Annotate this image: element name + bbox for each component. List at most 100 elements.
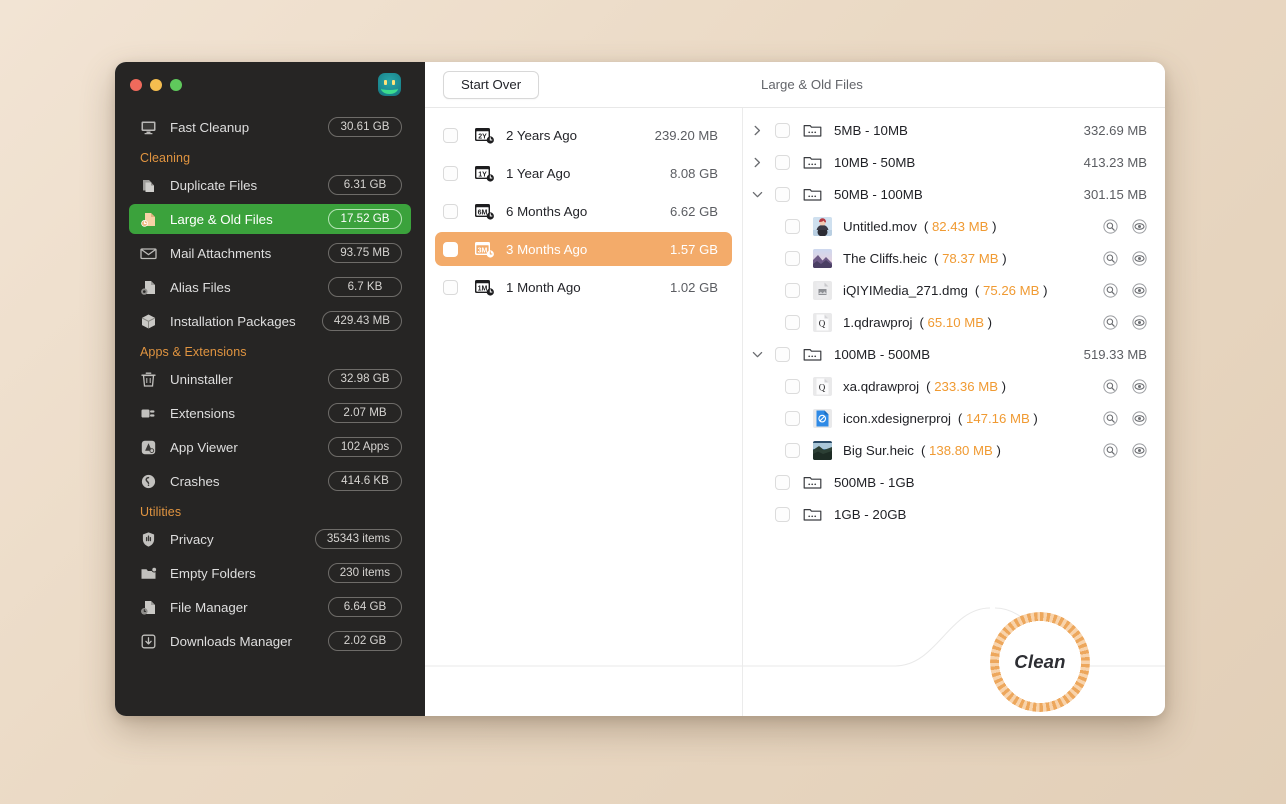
reveal-magnifier-icon[interactable] (1103, 283, 1118, 298)
time-checkbox[interactable] (443, 280, 458, 295)
file-row[interactable]: Q 1.qdrawproj ( 65.10 MB ) (743, 306, 1165, 338)
file-row[interactable]: icon.xdesignerproj ( 147.16 MB ) (743, 402, 1165, 434)
smiley-avatar-icon[interactable] (378, 73, 401, 96)
duplicate-files-icon (140, 177, 157, 194)
time-row-6-months-ago[interactable]: 6M 6 Months Ago 6.62 GB (435, 194, 732, 228)
close-window-button[interactable] (130, 79, 142, 91)
folder-checkbox[interactable] (775, 155, 790, 170)
quicklook-eye-icon[interactable] (1132, 251, 1147, 266)
folder-label: 50MB - 100MB (834, 187, 923, 202)
file-checkbox[interactable] (785, 283, 800, 298)
file-checkbox[interactable] (785, 379, 800, 394)
folder-checkbox[interactable] (775, 187, 790, 202)
time-row-1-month-ago[interactable]: 1M 1 Month Ago 1.02 GB (435, 270, 732, 304)
sidebar-item-empty-folders[interactable]: Empty Folders 230 items (129, 558, 411, 588)
sidebar-item-label: Large & Old Files (170, 212, 328, 227)
file-checkbox[interactable] (785, 315, 800, 330)
chevron-down-icon[interactable] (749, 346, 765, 362)
sidebar-item-privacy[interactable]: Privacy 35343 items (129, 524, 411, 554)
sidebar-item-downloads-manager[interactable]: Downloads Manager 2.02 GB (129, 626, 411, 656)
sidebar-item-extensions[interactable]: Extensions 2.07 MB (129, 398, 411, 428)
sidebar-item-mail-attachments[interactable]: Mail Attachments 93.75 MB (129, 238, 411, 268)
sidebar-item-badge: 2.07 MB (328, 403, 402, 423)
sidebar-item-fast-cleanup[interactable]: Fast Cleanup 30.61 GB (129, 112, 411, 142)
sidebar-item-badge: 32.98 GB (328, 369, 402, 389)
sidebar-item-file-manager[interactable]: File Manager 6.64 GB (129, 592, 411, 622)
time-row-1-year-ago[interactable]: 1Y 1 Year Ago 8.08 GB (435, 156, 732, 190)
file-row[interactable]: Untitled.mov ( 82.43 MB ) (743, 210, 1165, 242)
quicklook-eye-icon[interactable] (1132, 315, 1147, 330)
reveal-magnifier-icon[interactable] (1103, 315, 1118, 330)
sidebar-item-crashes[interactable]: Crashes 414.6 KB (129, 466, 411, 496)
reveal-magnifier-icon[interactable] (1103, 443, 1118, 458)
time-checkbox[interactable] (443, 204, 458, 219)
reveal-magnifier-icon[interactable] (1103, 379, 1118, 394)
file-actions (1103, 219, 1147, 234)
file-checkbox[interactable] (785, 411, 800, 426)
tree-row-folder[interactable]: 10MB - 50MB 413.23 MB (743, 146, 1165, 178)
file-size: ( 233.36 MB ) (926, 379, 1006, 394)
quicklook-eye-icon[interactable] (1132, 379, 1147, 394)
chevron-right-icon[interactable] (749, 154, 765, 170)
tree-row-folder[interactable]: 1GB - 20GB (743, 498, 1165, 530)
time-label: 1 Year Ago (506, 166, 670, 181)
svg-text:6M: 6M (478, 209, 488, 216)
sidebar-item-duplicate-files[interactable]: Duplicate Files 6.31 GB (129, 170, 411, 200)
chevron-down-icon[interactable] (749, 186, 765, 202)
quicklook-eye-icon[interactable] (1132, 283, 1147, 298)
quicklook-eye-icon[interactable] (1132, 411, 1147, 426)
alias-files-icon (140, 279, 157, 296)
time-checkbox[interactable] (443, 166, 458, 181)
window-controls (130, 79, 182, 91)
file-checkbox[interactable] (785, 443, 800, 458)
large-old-files-icon (140, 211, 157, 228)
folder-checkbox[interactable] (775, 475, 790, 490)
tree-row-folder[interactable]: 50MB - 100MB 301.15 MB (743, 178, 1165, 210)
folder-checkbox[interactable] (775, 123, 790, 138)
tree-row-folder[interactable]: 500MB - 1GB (743, 466, 1165, 498)
file-row[interactable]: Big Sur.heic ( 138.80 MB ) (743, 434, 1165, 466)
sidebar-item-alias-files[interactable]: Alias Files 6.7 KB (129, 272, 411, 302)
sidebar-item-label: Fast Cleanup (170, 120, 328, 135)
file-tree: 5MB - 10MB 332.69 MB 10MB - 50MB 413.23 … (743, 108, 1165, 716)
reveal-magnifier-icon[interactable] (1103, 411, 1118, 426)
sidebar-item-badge: 429.43 MB (322, 311, 402, 331)
file-checkbox[interactable] (785, 219, 800, 234)
panes: 2Y 2 Years Ago 239.20 MB 1Y 1 Year Ago 8… (425, 108, 1165, 716)
time-label: 6 Months Ago (506, 204, 670, 219)
folder-size: 413.23 MB (1084, 155, 1147, 170)
quicklook-eye-icon[interactable] (1132, 443, 1147, 458)
calendar-2y-icon: 2Y (474, 126, 495, 145)
maximize-window-button[interactable] (170, 79, 182, 91)
tree-row-folder[interactable]: 5MB - 10MB 332.69 MB (743, 114, 1165, 146)
time-size: 1.02 GB (670, 280, 718, 295)
sidebar-item-installation-packages[interactable]: Installation Packages 429.43 MB (129, 306, 411, 336)
sidebar-item-uninstaller[interactable]: Uninstaller 32.98 GB (129, 364, 411, 394)
time-checkbox[interactable] (443, 128, 458, 143)
folder-checkbox[interactable] (775, 347, 790, 362)
file-checkbox[interactable] (785, 251, 800, 266)
reveal-magnifier-icon[interactable] (1103, 251, 1118, 266)
quicklook-eye-icon[interactable] (1132, 219, 1147, 234)
time-row-3-months-ago[interactable]: 3M 3 Months Ago 1.57 GB (435, 232, 732, 266)
minimize-window-button[interactable] (150, 79, 162, 91)
file-row[interactable]: Q xa.qdrawproj ( 233.36 MB ) (743, 370, 1165, 402)
clean-button[interactable]: Clean (990, 612, 1090, 712)
app-window: Fast Cleanup 30.61 GB Cleaning Duplicate… (115, 62, 1165, 716)
sidebar-item-label: App Viewer (170, 440, 328, 455)
sidebar-item-large-and-old-files[interactable]: Large & Old Files 17.52 GB (129, 204, 411, 234)
sidebar-item-app-viewer[interactable]: App Viewer 102 Apps (129, 432, 411, 462)
sidebar-item-label: Extensions (170, 406, 328, 421)
file-row[interactable]: iQIYIMedia_271.dmg ( 75.26 MB ) (743, 274, 1165, 306)
time-row-2-years-ago[interactable]: 2Y 2 Years Ago 239.20 MB (435, 118, 732, 152)
file-size-value: 82.43 MB (932, 219, 988, 234)
chevron-right-icon[interactable] (749, 122, 765, 138)
monitor-icon (140, 119, 157, 136)
time-checkbox[interactable] (443, 242, 458, 257)
reveal-magnifier-icon[interactable] (1103, 219, 1118, 234)
main-content: Start Over Large & Old Files 2Y 2 Years … (425, 62, 1165, 716)
start-over-button[interactable]: Start Over (443, 71, 539, 99)
tree-row-folder[interactable]: 100MB - 500MB 519.33 MB (743, 338, 1165, 370)
folder-checkbox[interactable] (775, 507, 790, 522)
file-row[interactable]: The Cliffs.heic ( 78.37 MB ) (743, 242, 1165, 274)
